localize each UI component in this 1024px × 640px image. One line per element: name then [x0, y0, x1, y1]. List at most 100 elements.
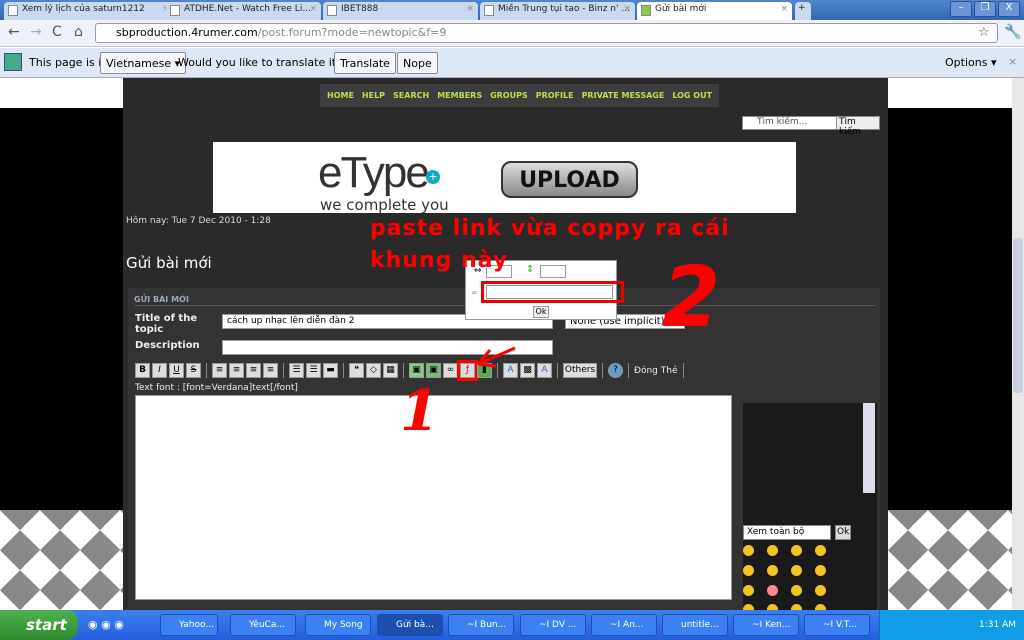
tab-3[interactable]: IBET888 ×	[323, 2, 478, 20]
minimize-button[interactable]: –	[950, 1, 972, 17]
task-vt[interactable]: ~I V.T...	[804, 614, 870, 636]
tab-4[interactable]: Miền Trung tụi tao - Binz n' ... ×	[480, 2, 635, 20]
nav-private-message[interactable]: PRIVATE MESSAGE	[578, 84, 669, 107]
task-yahoo[interactable]: Yahoo...	[160, 614, 218, 636]
tab-5-active[interactable]: Gửi bài mới ×	[637, 2, 792, 20]
close-button[interactable]: X	[998, 1, 1020, 17]
smiley-icon[interactable]	[743, 545, 754, 556]
home-icon[interactable]: ⌂	[74, 24, 83, 40]
tab-1[interactable]: Xem lý lịch của saturn1212×	[4, 2, 174, 20]
editor-toolbar: B I U S ≡ ≡ ≡ ≡ ☰ ☰ ▬ ❝ ◇ ▦ ▣ ▣ ∞ ƒ ▮ A …	[135, 360, 687, 381]
search-button[interactable]: Tìm kiếm	[836, 116, 880, 137]
task-dv[interactable]: ~I DV ...	[520, 614, 586, 636]
strike-button[interactable]: S	[186, 363, 201, 378]
popup-ok-button[interactable]: Ok	[533, 306, 549, 318]
back-icon[interactable]: ←	[8, 24, 20, 40]
code-icon[interactable]: ◇	[366, 363, 381, 378]
quick-launch-icons[interactable]: ◉ ◉ ◉	[88, 618, 124, 631]
table-icon[interactable]: ▦	[383, 363, 398, 378]
new-tab-button[interactable]: +	[795, 2, 811, 20]
height-input[interactable]	[540, 265, 566, 278]
wrench-icon[interactable]: 🔧	[1004, 24, 1021, 40]
help-icon[interactable]: ?	[608, 363, 623, 378]
maximize-button[interactable]: ❐	[974, 1, 996, 17]
page-icon	[484, 5, 494, 16]
tab-2[interactable]: ATDHE.Net - Watch Free Li... ×	[166, 2, 321, 20]
link-icon[interactable]: ∞	[443, 363, 458, 378]
smiley-icon[interactable]	[791, 565, 802, 576]
forward-icon[interactable]: →	[30, 24, 42, 40]
checker-pattern-right	[888, 510, 1012, 610]
nav-logout[interactable]: LOG OUT	[668, 84, 716, 107]
close-tab-icon[interactable]: ×	[309, 4, 317, 14]
task-bun[interactable]: ~I Bun...	[448, 614, 514, 636]
task-yeuca[interactable]: YêuCa...	[230, 614, 296, 636]
nav-help[interactable]: HELP	[358, 84, 389, 107]
align-left-icon[interactable]: ≡	[212, 363, 227, 378]
numbered-list-icon[interactable]: ☰	[306, 363, 321, 378]
bullet-list-icon[interactable]: ☰	[289, 363, 304, 378]
image-icon[interactable]: ▣	[426, 363, 441, 378]
translate-button[interactable]: Translate	[334, 52, 396, 74]
nav-members[interactable]: MEMBERS	[433, 84, 486, 107]
quote-icon[interactable]: ❝	[349, 363, 364, 378]
window-controls: – ❐ X	[950, 1, 1020, 17]
others-button[interactable]: Others	[563, 363, 597, 378]
smiley-icon[interactable]	[767, 545, 778, 556]
page-scrollbar[interactable]	[1012, 78, 1024, 610]
flash-url-input[interactable]	[486, 285, 613, 299]
close-tab-icon[interactable]: ×	[780, 4, 788, 14]
close-tab-icon[interactable]: ×	[466, 4, 474, 14]
search-input[interactable]: Tìm kiếm...	[742, 116, 837, 130]
align-center-icon[interactable]: ≡	[229, 363, 244, 378]
nav-groups[interactable]: GROUPS	[486, 84, 532, 107]
separator	[682, 363, 684, 378]
nav-profile[interactable]: PROFILE	[532, 84, 578, 107]
upload-button[interactable]: UPLOAD	[501, 161, 638, 198]
task-untitled[interactable]: untitle...	[662, 614, 728, 636]
task-my-song[interactable]: My Song	[305, 614, 371, 636]
options-menu[interactable]: Options ▾	[945, 56, 996, 69]
smiley-icon[interactable]	[743, 565, 754, 576]
hr-icon[interactable]: ▬	[323, 363, 338, 378]
annotation-text: paste link vừa coppy ra cái	[370, 216, 730, 241]
smiley-icon[interactable]	[791, 585, 802, 596]
align-right-icon[interactable]: ≡	[246, 363, 261, 378]
reload-icon[interactable]: C	[52, 24, 62, 40]
size-icon[interactable]: A	[537, 363, 552, 378]
smilies-ok-button[interactable]: Ok	[835, 525, 851, 540]
start-button[interactable]: start	[0, 610, 78, 640]
color-icon[interactable]: ▩	[520, 363, 535, 378]
smiley-icon[interactable]	[767, 585, 778, 596]
task-gui-bai[interactable]: Gửi bà...	[377, 614, 443, 636]
smiley-icon[interactable]	[743, 585, 754, 596]
task-ken[interactable]: ~I Ken...	[733, 614, 799, 636]
smiley-icon[interactable]	[767, 565, 778, 576]
smiley-icon[interactable]	[815, 565, 826, 576]
smiley-icon[interactable]	[815, 545, 826, 556]
nope-button[interactable]: Nope	[397, 52, 438, 74]
language-select[interactable]: Vietnamese ▾	[100, 52, 187, 74]
close-tags-button[interactable]: Đóng Thẻ	[634, 366, 678, 376]
close-icon[interactable]: ×	[1008, 55, 1017, 68]
smiley-icon[interactable]	[791, 545, 802, 556]
link-icon: ∞	[471, 288, 478, 297]
banner-logo: eType	[318, 148, 430, 197]
smilies-select[interactable]: Xem toàn bộ	[743, 525, 831, 540]
italic-button[interactable]: I	[152, 363, 167, 378]
smilies-scrollbar[interactable]	[863, 403, 875, 493]
nav-home[interactable]: HOME	[323, 84, 358, 107]
image-host-icon[interactable]: ▣	[409, 363, 424, 378]
address-bar[interactable]: sbproduction.4rumer.com/post.forum?mode=…	[95, 23, 998, 43]
star-icon[interactable]: ☆	[978, 25, 990, 40]
smiley-icon[interactable]	[815, 585, 826, 596]
justify-icon[interactable]: ≡	[263, 363, 278, 378]
underline-button[interactable]: U	[169, 363, 184, 378]
task-an[interactable]: ~I An...	[591, 614, 657, 636]
ad-banner[interactable]: eType + we complete you UPLOAD	[213, 142, 796, 214]
separator	[628, 363, 629, 378]
bold-button[interactable]: B	[135, 363, 150, 378]
close-tab-icon[interactable]: ×	[623, 4, 631, 14]
nav-search[interactable]: SEARCH	[389, 84, 433, 107]
scroll-thumb[interactable]	[1013, 238, 1023, 393]
